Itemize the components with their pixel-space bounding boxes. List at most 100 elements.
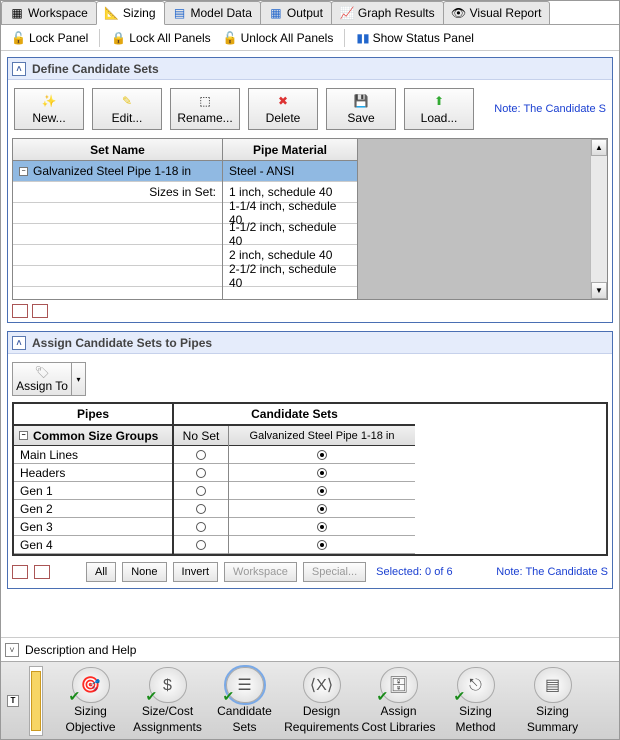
assign-to-button[interactable]: 🏷Assign To ▾ (12, 362, 608, 396)
col-set-name[interactable]: Set Name (13, 139, 222, 161)
size-cell[interactable]: 1-1/2 inch, schedule 40 (223, 224, 357, 245)
nav-assign-cost-libraries[interactable]: 🗄✔AssignCost Libraries (361, 667, 436, 735)
new-button[interactable]: ✨New... (14, 88, 84, 130)
radio-no-set[interactable] (174, 500, 228, 518)
radio-galvanized[interactable] (229, 464, 415, 482)
nav-size/cost-assignments[interactable]: $✔Size/CostAssignments (130, 667, 205, 735)
assign-to-dropdown[interactable]: ▾ (72, 362, 86, 396)
select-workspace-button[interactable]: Workspace (224, 562, 297, 582)
description-help-bar: ˅ Description and Help (1, 637, 619, 661)
select-invert-button[interactable]: Invert (173, 562, 219, 582)
radio-icon (196, 522, 206, 532)
radio-galvanized[interactable] (229, 536, 415, 554)
lock-all-button[interactable]: 🔒Lock All Panels (107, 29, 214, 47)
tab-workspace[interactable]: ▦Workspace (1, 1, 97, 24)
lock-panel-button[interactable]: 🔓Lock Panel (7, 29, 92, 47)
nav-sizing-objective[interactable]: 🎯✔SizingObjective (53, 667, 128, 735)
tab-output[interactable]: ▦Output (260, 1, 332, 24)
nav-label: Sizing (459, 705, 492, 718)
description-help-label: Description and Help (25, 643, 136, 657)
check-icon: ✔ (454, 689, 466, 704)
nav-sizing-method[interactable]: ⎋✔SizingMethod (438, 667, 513, 735)
show-status-button[interactable]: ▮▮Show Status Panel (352, 29, 478, 47)
tree-collapse-icon[interactable]: − (19, 431, 28, 440)
size-cell[interactable]: 2-1/2 inch, schedule 40 (223, 266, 357, 287)
pipe-row[interactable]: Gen 2 (14, 500, 172, 518)
check-icon: ✔ (377, 689, 389, 704)
radio-galvanized[interactable] (229, 446, 415, 464)
nav-label: Summary (527, 721, 578, 734)
tab-model-data[interactable]: ▤Model Data (164, 1, 261, 24)
nav-label: Candidate (217, 705, 272, 718)
pipe-row[interactable]: Headers (14, 464, 172, 482)
radio-galvanized[interactable] (229, 500, 415, 518)
vertical-scrollbar[interactable]: ▲ ▼ (590, 139, 607, 299)
select-none-button[interactable]: None (122, 562, 166, 582)
nav-design-requirements[interactable]: ⟨X⟩DesignRequirements (284, 667, 359, 735)
nav-label: Sizing (536, 705, 569, 718)
load-icon: ⬆ (431, 93, 447, 109)
sizes-in-set-label: Sizes in Set: (13, 182, 222, 203)
assign-grid: Pipes −Common Size Groups Main Lines Hea… (12, 402, 608, 556)
collapse-all-icon[interactable] (32, 304, 48, 318)
save-button[interactable]: 💾Save (326, 88, 396, 130)
sizing-icon: 📐 (105, 6, 119, 20)
col-pipe-material[interactable]: Pipe Material (223, 139, 357, 161)
collapse-button[interactable]: ˄ (12, 336, 26, 350)
list-icon: ☰✔ (226, 667, 264, 703)
radio-no-set[interactable] (174, 446, 228, 464)
nav-sizing-summary[interactable]: ▤ Sizing Summary (515, 667, 590, 735)
scroll-down-icon[interactable]: ▼ (591, 282, 607, 299)
pipe-row[interactable]: Gen 1 (14, 482, 172, 500)
select-special-button[interactable]: Special... (303, 562, 366, 582)
tab-graph[interactable]: 📈Graph Results (331, 1, 444, 24)
selection-bar: All None Invert Workspace Special... Sel… (12, 556, 608, 584)
set-row[interactable]: −Galvanized Steel Pipe 1-18 in (13, 161, 222, 182)
pipe-row[interactable]: Gen 4 (14, 536, 172, 554)
doc-icon: ▤ (534, 667, 572, 703)
ruler-tab[interactable] (29, 666, 43, 736)
radio-galvanized[interactable] (229, 482, 415, 500)
rename-button[interactable]: ⬚Rename... (170, 88, 240, 130)
lock-toolbar: 🔓Lock Panel 🔒Lock All Panels 🔓Unlock All… (1, 25, 619, 51)
scroll-up-icon[interactable]: ▲ (591, 139, 607, 156)
group-header[interactable]: −Common Size Groups (14, 426, 172, 446)
radio-no-set[interactable] (174, 482, 228, 500)
expand-collapse-icons (12, 300, 608, 318)
btn-label: Load... (421, 111, 458, 125)
dollar-icon: $✔ (149, 667, 187, 703)
nav-candidate-sets[interactable]: ☰✔CandidateSets (207, 667, 282, 735)
btn-label: New... (32, 111, 65, 125)
expand-all-icon[interactable] (12, 565, 28, 579)
select-all-button[interactable]: All (86, 562, 116, 582)
radio-icon (196, 540, 206, 550)
toggle-text-icon[interactable]: T (7, 695, 19, 707)
tab-sizing[interactable]: 📐Sizing (96, 1, 165, 25)
material-cell[interactable]: Steel - ANSI (223, 161, 357, 182)
load-button[interactable]: ⬆ Load... (404, 88, 474, 130)
edit-button[interactable]: ✎Edit... (92, 88, 162, 130)
radio-icon (196, 450, 206, 460)
tab-label: Model Data (191, 6, 252, 20)
expand-all-icon[interactable] (12, 304, 28, 318)
lock-panel-label: Lock Panel (29, 31, 88, 45)
collapse-all-icon[interactable] (34, 565, 50, 579)
radio-galvanized[interactable] (229, 518, 415, 536)
tab-label: Output (287, 6, 323, 20)
pipe-row[interactable]: Gen 3 (14, 518, 172, 536)
tree-collapse-icon[interactable]: − (19, 167, 28, 176)
group-label: Common Size Groups (33, 429, 158, 443)
radio-no-set[interactable] (174, 518, 228, 536)
flow-icon: ⎋✔ (457, 667, 495, 703)
radio-no-set[interactable] (174, 464, 228, 482)
delete-button[interactable]: ✖Delete (248, 88, 318, 130)
tab-visual-report[interactable]: 👁Visual Report (443, 1, 551, 24)
radio-no-set[interactable] (174, 536, 228, 554)
unlock-all-button[interactable]: 🔓Unlock All Panels (219, 29, 338, 47)
expand-button[interactable]: ˅ (5, 643, 19, 657)
radio-icon (317, 486, 327, 496)
pipe-row[interactable]: Main Lines (14, 446, 172, 464)
btn-label: Save (347, 111, 374, 125)
panel-header: ˄ Assign Candidate Sets to Pipes (8, 332, 612, 354)
collapse-button[interactable]: ˄ (12, 62, 26, 76)
